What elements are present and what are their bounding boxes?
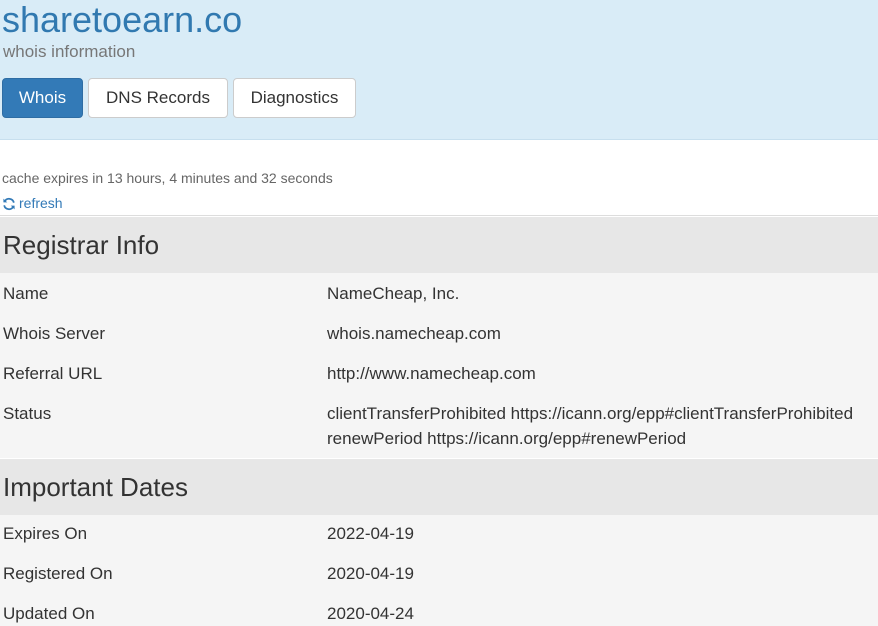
row-label: Referral URL — [3, 364, 103, 383]
row-value: clientTransferProhibited https://icann.o… — [327, 401, 878, 451]
row-value: http://www.namecheap.com — [327, 364, 536, 383]
row-label: Registered On — [3, 564, 113, 583]
page-header: sharetoearn.co whois information Whois D… — [0, 0, 878, 140]
site-title: sharetoearn.co — [2, 0, 243, 40]
important-dates-section: Important Dates Expires On 2022-04-19 Re… — [0, 459, 878, 626]
row-label: Whois Server — [3, 324, 106, 343]
important-dates-header: Important Dates — [0, 459, 878, 515]
tab-whois[interactable]: Whois — [2, 78, 83, 118]
row-value: 2020-04-19 — [327, 564, 414, 583]
registrar-info-section: Registrar Info Name NameCheap, Inc. Whoi… — [0, 217, 878, 458]
row-value: 2022-04-19 — [327, 524, 414, 543]
row-value: 2020-04-24 — [327, 604, 414, 623]
site-subtitle: whois information — [3, 42, 136, 61]
row-value: NameCheap, Inc. — [327, 284, 460, 303]
row-label: Expires On — [3, 524, 88, 543]
refresh-label: refresh — [19, 195, 63, 211]
status-line: renewPeriod https://icann.org/epp#renewP… — [327, 429, 687, 448]
refresh-link[interactable]: refresh — [2, 193, 63, 213]
tab-dns-records[interactable]: DNS Records — [88, 78, 228, 118]
cache-expiry-text: cache expires in 13 hours, 4 minutes and… — [2, 170, 333, 186]
tab-diagnostics[interactable]: Diagnostics — [233, 78, 356, 118]
status-line: clientTransferProhibited https://icann.o… — [327, 404, 854, 423]
divider — [0, 215, 878, 216]
refresh-icon — [2, 195, 19, 211]
row-value: whois.namecheap.com — [327, 324, 501, 343]
row-label: Status — [3, 404, 52, 423]
row-label: Name — [3, 284, 49, 303]
row-label: Updated On — [3, 604, 95, 623]
info-row: Status clientTransferProhibited https://… — [0, 401, 878, 451]
section-heading: Important Dates — [3, 472, 188, 502]
section-heading: Registrar Info — [3, 230, 160, 260]
registrar-info-header: Registrar Info — [0, 217, 878, 273]
